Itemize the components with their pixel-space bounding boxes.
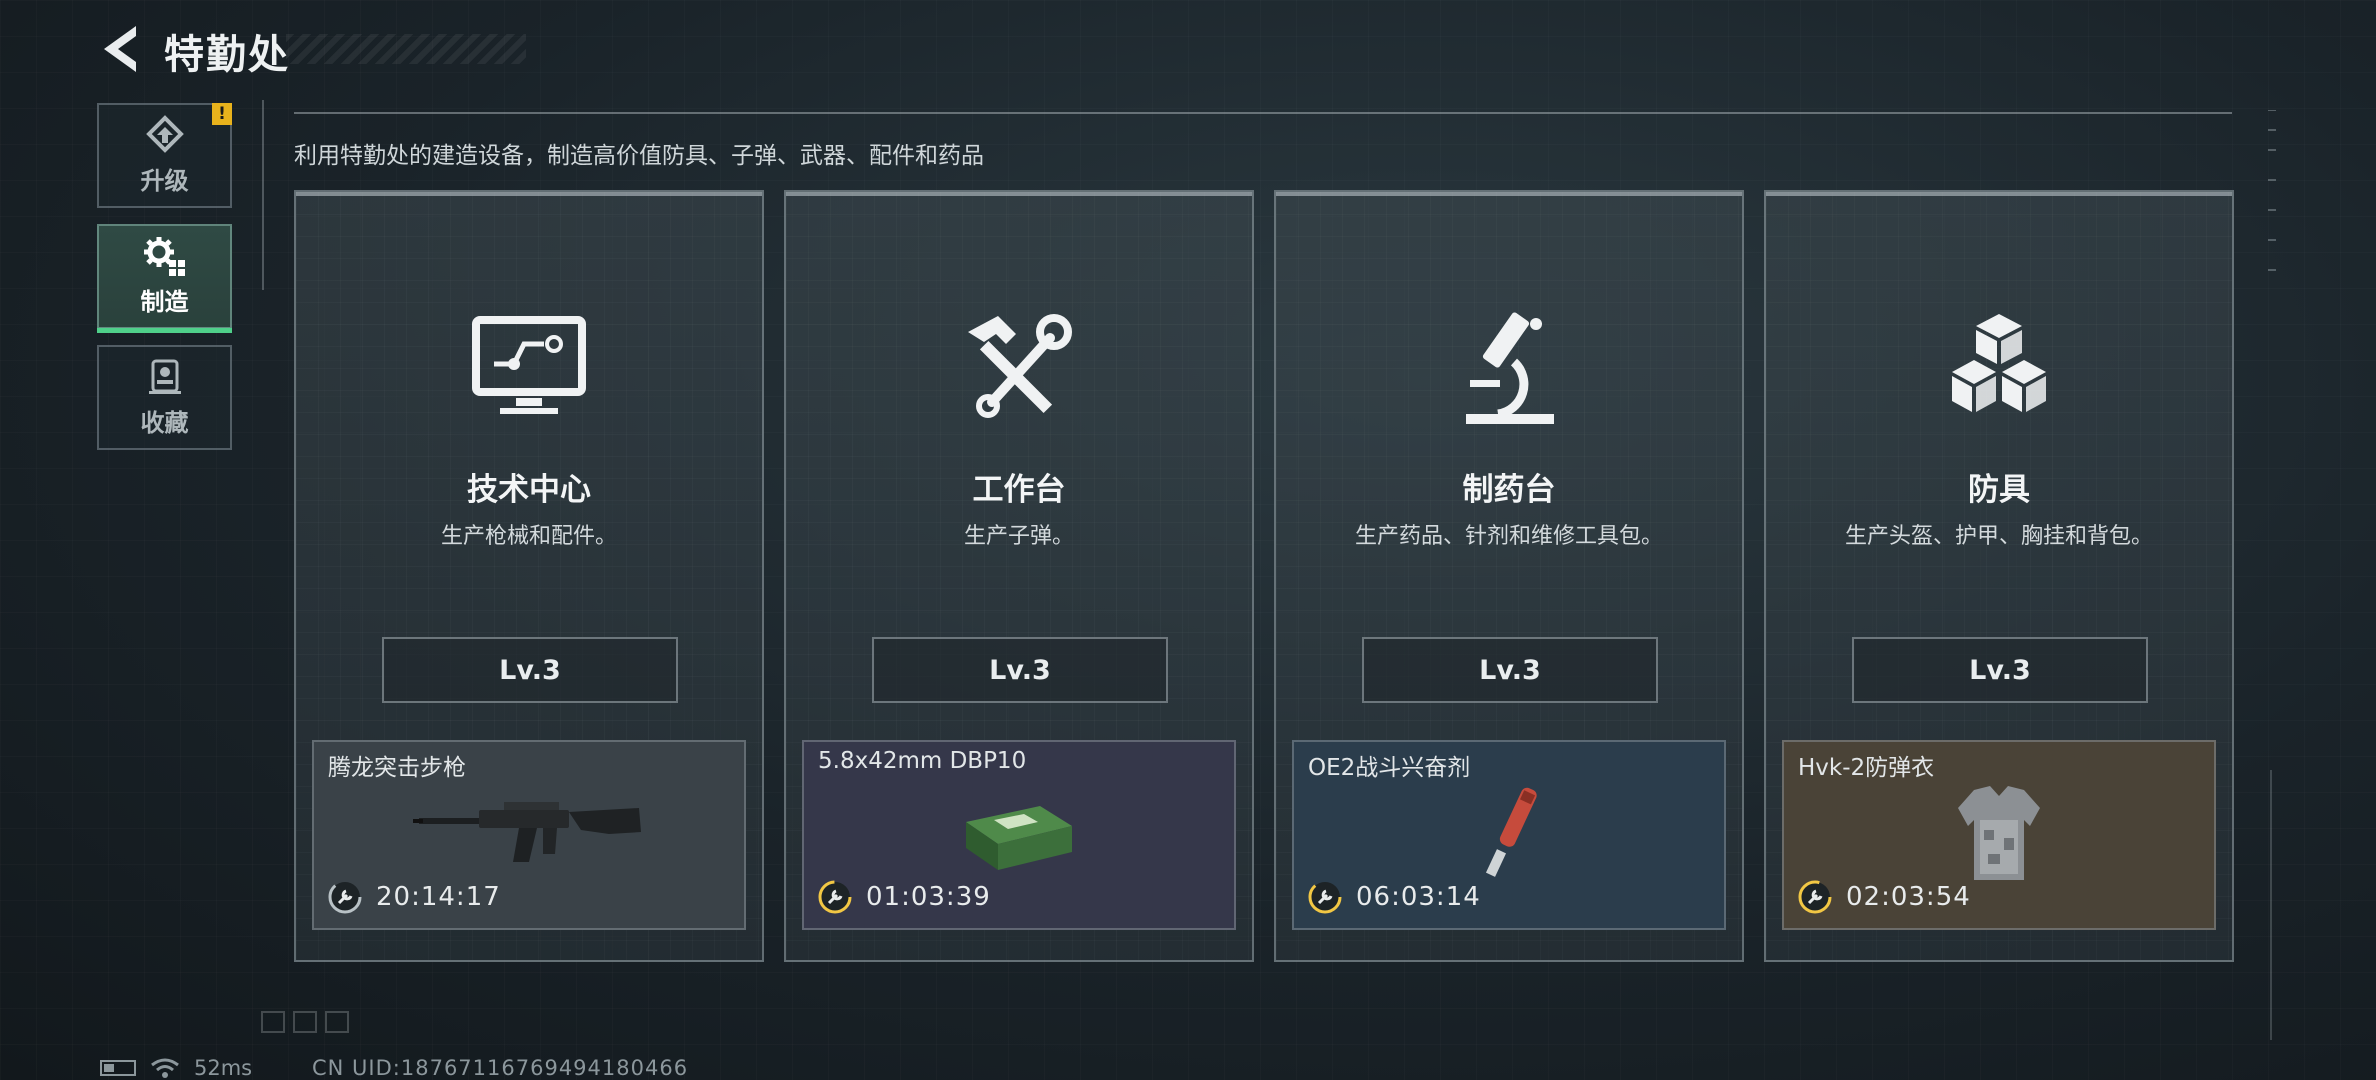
microscope-icon	[1466, 312, 1554, 424]
card-tech-center[interactable]: 技术中心 生产枪械和配件。 Lv.3 腾龙突击步枪 20:14:17	[294, 190, 764, 962]
card-description: 生产药品、针剂和维修工具包。	[1354, 524, 1663, 549]
hammer-wrench-icon	[968, 314, 1072, 418]
timer-text: 06:03:14	[1356, 882, 1481, 912]
timer-text: 20:14:17	[376, 882, 501, 912]
back-arrow-icon	[104, 26, 136, 72]
card-pharmacy[interactable]: 制药台 生产药品、针剂和维修工具包。 Lv.3 OE2战斗兴奋剂 06:03:1…	[1274, 190, 1744, 962]
production-slot[interactable]: 5.8x42mm DBP10 01:03:39	[802, 740, 1236, 930]
title-decoration	[286, 34, 526, 64]
alert-badge: !	[212, 103, 232, 125]
level-button[interactable]: Lv.3	[1852, 637, 2148, 703]
cubes-icon	[1952, 314, 2046, 412]
card-workbench[interactable]: 工作台 生产子弹。 Lv.3 5.8x42mm DBP10 01:03:39	[784, 190, 1254, 962]
level-button[interactable]: Lv.3	[872, 637, 1168, 703]
production-timer: 06:03:14	[1308, 880, 1481, 914]
card-description: 生产子弹。	[963, 524, 1074, 549]
sidebar-item-label: 制造	[140, 288, 189, 316]
production-timer: 20:14:17	[328, 880, 501, 914]
timer-text: 02:03:54	[1846, 882, 1971, 912]
injector-icon	[1485, 787, 1537, 877]
wifi-icon	[151, 1058, 179, 1078]
card-top-bar	[1276, 192, 1742, 196]
page-title: 特勤处	[164, 32, 290, 78]
card-title: 防具	[1968, 472, 2030, 508]
timer-text: 01:03:39	[866, 882, 991, 912]
production-timer: 01:03:39	[818, 880, 991, 914]
production-item-name: 5.8x42mm DBP10	[818, 748, 1027, 774]
sidebar-item-label: 收藏	[140, 409, 189, 437]
collection-icon	[148, 359, 181, 394]
status-bar: 52ms	[100, 1056, 252, 1080]
wrench-timer-icon	[328, 880, 362, 914]
wrench-timer-icon	[1308, 880, 1342, 914]
production-timer: 02:03:54	[1798, 880, 1971, 914]
production-slot[interactable]: OE2战斗兴奋剂 06:03:14	[1292, 740, 1726, 930]
ping-text: 52ms	[194, 1056, 253, 1080]
wrench-timer-icon	[1798, 880, 1832, 914]
production-slot[interactable]: Hvk-2防弹衣 02:03:54	[1782, 740, 2216, 930]
card-top-bar	[296, 192, 762, 196]
monitor-icon	[472, 316, 586, 414]
card-title: 工作台	[972, 472, 1066, 508]
sidebar-item-collection[interactable]: 收藏	[97, 345, 232, 450]
decorative-tick-marks	[2268, 110, 2276, 271]
card-title: 制药台	[1462, 472, 1556, 508]
header-divider	[294, 112, 2232, 114]
card-description: 生产头盔、护甲、胸挂和背包。	[1844, 524, 2153, 549]
sidebar-divider	[262, 100, 264, 290]
rifle-icon	[413, 802, 641, 862]
back-button[interactable]	[96, 22, 144, 76]
decorative-line	[2270, 770, 2272, 1040]
card-description: 生产枪械和配件。	[440, 524, 617, 549]
sidebar-item-upgrade[interactable]: ! 升级	[97, 103, 232, 208]
level-button[interactable]: Lv.3	[382, 637, 678, 703]
card-armor[interactable]: 防具 生产头盔、护甲、胸挂和背包。 Lv.3 Hvk-2防弹衣 02:03:54	[1764, 190, 2234, 962]
body-armor-icon	[1958, 786, 2040, 880]
production-item-name: 腾龙突击步枪	[328, 755, 466, 781]
page-subtitle: 利用特勤处的建造设备，制造高价值防具、子弹、武器、配件和药品	[294, 143, 984, 169]
production-item-name: OE2战斗兴奋剂	[1308, 755, 1471, 781]
wrench-timer-icon	[818, 880, 852, 914]
card-top-bar	[786, 192, 1252, 196]
uid-text: CN UID:18767116769494180466	[312, 1056, 689, 1080]
gear-icon	[143, 237, 185, 276]
production-item-name: Hvk-2防弹衣	[1798, 755, 1935, 781]
level-button[interactable]: Lv.3	[1362, 637, 1658, 703]
production-slot[interactable]: 腾龙突击步枪 20:14:17	[312, 740, 746, 930]
battery-icon	[100, 1060, 136, 1076]
sidebar-item-craft[interactable]: 制造	[97, 224, 232, 333]
ammo-box-icon	[966, 806, 1072, 870]
card-top-bar	[1766, 192, 2232, 196]
upgrade-icon	[145, 115, 184, 153]
decorative-marks	[261, 1011, 349, 1033]
sidebar-item-label: 升级	[140, 167, 189, 195]
card-title: 技术中心	[467, 472, 591, 508]
